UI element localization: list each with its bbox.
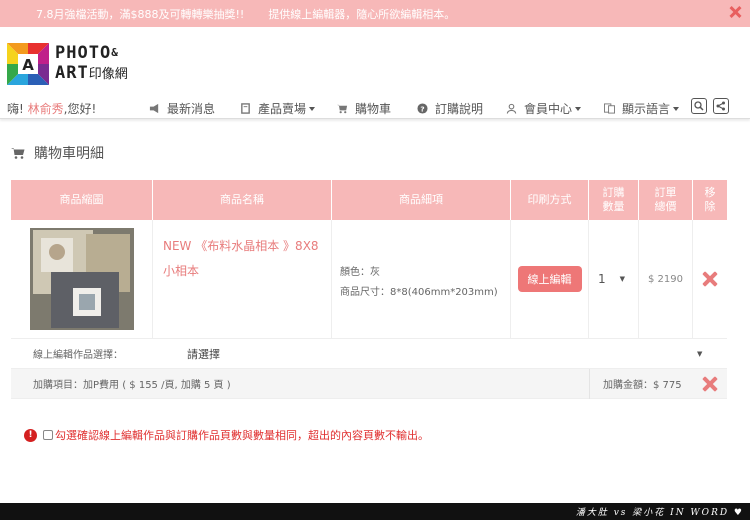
- confirm-warning-text: 勾選確認線上編輯作品與訂購作品頁數與數量相同，超出的內容頁數不輸出。: [55, 429, 429, 442]
- cart-icon: [337, 104, 348, 114]
- dropdown-arrow-icon[interactable]: ▼: [697, 350, 702, 358]
- promo-text-2: 提供線上編輯器，隨心所欲編輯相本。: [268, 7, 456, 21]
- nav-item-news[interactable]: 最新消息: [149, 100, 215, 117]
- logo-line-2: ART: [55, 63, 89, 83]
- user-icon: [506, 103, 517, 114]
- col-remove: 移 除: [704, 186, 716, 213]
- book-icon: [241, 103, 250, 114]
- col-product-detail: 商品細項: [332, 180, 511, 220]
- addon-label: 加購項目：加P費用 ( $ 155 /頁, 加購 5 頁 ): [33, 380, 231, 391]
- chevron-down-icon: [575, 106, 582, 111]
- page-title: 購物車明細: [11, 143, 104, 163]
- search-button[interactable]: [691, 98, 707, 114]
- footer-bar: 潘大肚 vs 梁小花 IN WORD ♥: [0, 503, 750, 520]
- logo-line-1: PHOTO: [55, 43, 112, 63]
- col-print-method: 印刷方式: [511, 180, 589, 220]
- col-thumbnail: 商品縮圖: [11, 180, 153, 220]
- product-name[interactable]: NEW 《布料水晶相本 》8X8小相本: [153, 220, 332, 338]
- print-method-cell: 線上編輯: [511, 220, 589, 338]
- remove-addon-icon[interactable]: [703, 377, 717, 391]
- product-size: 商品尺寸：8*8(406mm*203mm): [340, 287, 498, 298]
- online-edit-button[interactable]: 線上編輯: [517, 266, 582, 292]
- edit-work-select-label: 線上編輯作品選擇：: [33, 350, 123, 361]
- quantity-value: 1: [598, 272, 606, 286]
- cart-icon: [11, 148, 25, 159]
- chevron-down-icon: [309, 106, 316, 111]
- dropdown-arrow-icon: ▼: [619, 275, 626, 283]
- logo-chinese: 印像網: [88, 67, 128, 82]
- chevron-down-icon: [673, 106, 680, 111]
- share-button[interactable]: [713, 98, 729, 114]
- cart-table: 商品縮圖 商品名稱 商品細項 印刷方式 訂購 數量 訂單 總價 移 除 NEW …: [11, 180, 727, 399]
- greeting: 嗨! 林俞秀,您好!: [7, 102, 97, 116]
- product-detail: 顏色：灰 商品尺寸：8*8(406mm*203mm): [332, 220, 511, 338]
- nav-item-language[interactable]: 顯示語言: [604, 100, 680, 117]
- edit-work-select[interactable]: 請選擇: [187, 346, 220, 362]
- col-total: 訂單 總價: [639, 180, 693, 220]
- product-thumbnail[interactable]: [11, 220, 153, 339]
- col-quantity: 訂購 數量: [589, 180, 639, 220]
- table-row: NEW 《布料水晶相本 》8X8小相本 顏色：灰 商品尺寸：8*8(406mm*…: [11, 220, 727, 339]
- confirm-checkbox[interactable]: [43, 430, 53, 440]
- addon-row: 加購項目：加P費用 ( $ 155 /頁, 加購 5 頁 ) 加購金額：$ 77…: [11, 369, 727, 399]
- addon-total: 加購金額：$ 775: [603, 380, 682, 391]
- svg-text:A: A: [22, 56, 34, 74]
- site-logo[interactable]: A PHOTO& ART印像網: [7, 43, 128, 85]
- nav-item-member[interactable]: 會員中心: [506, 100, 582, 117]
- translate-icon: [604, 103, 615, 114]
- question-icon: ?: [417, 103, 428, 114]
- table-header: 商品縮圖 商品名稱 商品細項 印刷方式 訂購 數量 訂單 總價 移 除: [11, 180, 727, 220]
- col-product-name: 商品名稱: [153, 180, 332, 220]
- remove-item-button[interactable]: [693, 220, 727, 338]
- product-color: 顏色：灰: [340, 267, 380, 278]
- exclamation-icon: !: [24, 428, 37, 442]
- close-icon[interactable]: [728, 5, 742, 19]
- remove-icon: [703, 272, 717, 286]
- nav-item-help[interactable]: ? 訂購說明: [417, 100, 483, 117]
- nav-item-products[interactable]: 產品賣場: [240, 100, 316, 117]
- main-nav: 嗨! 林俞秀,您好! 最新消息 產品賣場 購物車 ? 訂購說明 會員中心 顯示語…: [0, 95, 750, 119]
- logo-ampersand: &: [111, 46, 119, 59]
- confirm-warning: ! 勾選確認線上編輯作品與訂購作品頁數與數量相同，超出的內容頁數不輸出。: [24, 427, 429, 443]
- quantity-select[interactable]: 1 ▼: [589, 220, 639, 338]
- promo-text-1: 7.8月強檔活動，滿$888及可轉轉樂抽獎!!: [36, 7, 245, 21]
- share-icon: [716, 101, 725, 111]
- product-thumbnail-cell: [11, 220, 153, 338]
- promo-bar: 7.8月強檔活動，滿$888及可轉轉樂抽獎!! 提供線上編輯器，隨心所欲編輯相本…: [0, 0, 750, 27]
- username-link[interactable]: 林俞秀: [28, 102, 64, 116]
- nav-item-cart[interactable]: 購物車: [337, 100, 391, 117]
- footer-watermark: 潘大肚 vs 梁小花 IN WORD ♥: [575, 508, 744, 518]
- svg-text:?: ?: [420, 104, 424, 113]
- item-total-price: $ 2190: [639, 220, 693, 338]
- edit-work-select-row: 線上編輯作品選擇： 請選擇 ▼: [11, 339, 727, 369]
- logo-mark-icon: A: [7, 43, 49, 85]
- search-icon: [694, 101, 704, 111]
- megaphone-icon: [149, 103, 159, 114]
